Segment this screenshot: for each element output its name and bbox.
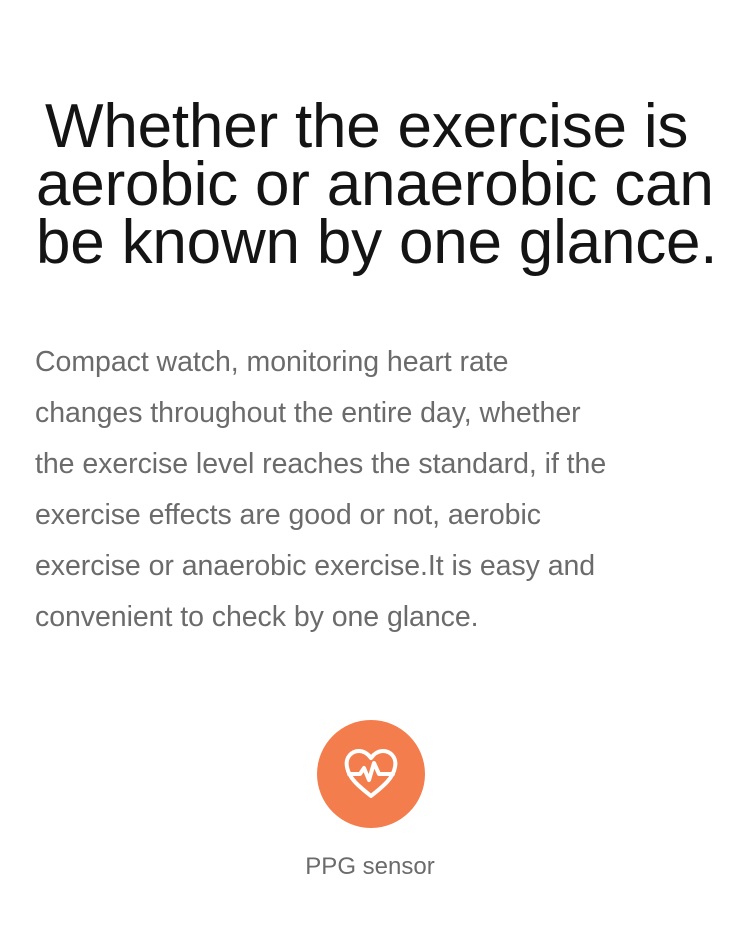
description-line: changes throughout the entire day, wheth…: [35, 397, 581, 429]
feature-headline: Whether the exercise is aerobic or anaer…: [36, 92, 726, 277]
ppg-sensor-label: PPG sensor: [305, 853, 435, 880]
description-line: convenient to check by one glance.: [35, 601, 479, 633]
ppg-sensor-badge: [317, 720, 425, 828]
description-line: Compact watch, monitoring heart rate: [35, 346, 509, 378]
headline-line: be known by one glance.: [36, 208, 718, 277]
heart-pulse-icon: [344, 749, 398, 798]
description-line: exercise effects are good or not, aerobi…: [35, 499, 541, 531]
feature-description: Compact watch, monitoring heart rate cha…: [35, 337, 715, 643]
description-line: the exercise level reaches the standard,…: [35, 448, 607, 480]
description-line: exercise or anaerobic exercise.It is eas…: [35, 550, 596, 582]
headline-line: Whether the exercise is: [45, 92, 689, 161]
headline-line: aerobic or anaerobic can: [36, 150, 714, 219]
product-feature-panel: Whether the exercise is aerobic or anaer…: [0, 0, 750, 951]
